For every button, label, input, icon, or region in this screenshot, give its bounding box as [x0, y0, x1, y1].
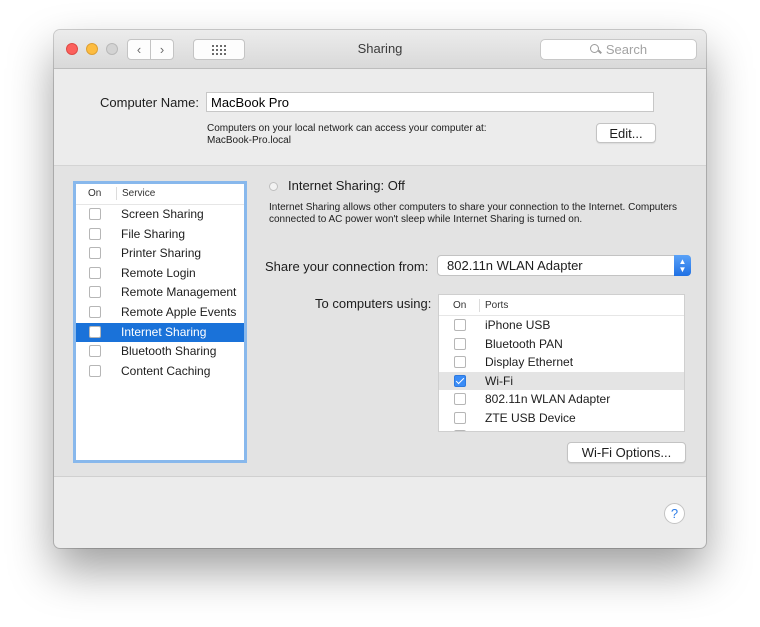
service-label: Remote Login [121, 265, 196, 280]
checkmark-icon[interactable] [454, 374, 466, 387]
service-label: Internet Sharing [121, 324, 207, 339]
port-label: 802.11n WLAN Adapter [485, 392, 611, 406]
service-checkbox[interactable] [89, 208, 101, 220]
service-row-screen-sharing[interactable]: Screen Sharing [76, 205, 244, 225]
service-row-content-caching[interactable]: Content Caching [76, 362, 244, 382]
computer-name-section: Computer Name: MacBook Pro Computers on … [54, 69, 706, 166]
port-checkbox[interactable] [454, 411, 466, 424]
port-checkbox[interactable] [454, 319, 466, 331]
service-column-header: Service [122, 188, 156, 199]
service-row-printer-sharing[interactable]: Printer Sharing [76, 244, 244, 264]
computer-name-note: Computers on your local network can acce… [207, 123, 487, 147]
updown-chevron-icon: ▲ ▼ [674, 255, 691, 276]
port-checkbox[interactable] [454, 337, 466, 350]
internet-sharing-status: Internet Sharing: Off [288, 178, 405, 193]
wifi-options-button[interactable]: Wi-Fi Options... [567, 442, 686, 463]
internet-sharing-description: Internet Sharing allows other computers … [269, 202, 677, 225]
service-row-remote-login[interactable]: Remote Login [76, 264, 244, 284]
port-row-display-ethernet[interactable]: Display Ethernet [439, 353, 684, 372]
service-row-remote-management[interactable]: Remote Management [76, 283, 244, 303]
local-hostname: MacBook-Pro.local [207, 135, 291, 146]
ports-column-header: Ports [485, 300, 509, 311]
service-row-internet-sharing[interactable]: Internet Sharing [76, 322, 244, 343]
share-from-label: Share your connection from: [265, 259, 429, 274]
service-checkbox[interactable] [89, 227, 101, 240]
ports-list-header: On Ports [439, 295, 684, 316]
share-from-select[interactable]: 802.11n WLAN Adapter ▲ ▼ [437, 255, 691, 276]
to-computers-label: To computers using: [315, 296, 432, 311]
computer-name-input[interactable]: MacBook Pro [206, 92, 654, 112]
service-row-file-sharing[interactable]: File Sharing [76, 225, 244, 245]
network-access-text: Computers on your local network can acce… [207, 123, 487, 134]
service-checkbox[interactable] [89, 286, 101, 299]
port-label: ZTE USB Device [485, 410, 576, 425]
service-label: Printer Sharing [121, 246, 202, 261]
service-checkbox[interactable] [89, 345, 101, 358]
port-row-partial[interactable] [439, 427, 684, 431]
port-checkbox[interactable] [454, 393, 466, 405]
port-label: iPhone USB [485, 318, 551, 332]
service-row-remote-apple-events[interactable]: Remote Apple Events [76, 303, 244, 323]
ports-list[interactable]: On Ports iPhone USB Bluetooth PAN Displa… [438, 294, 685, 432]
port-row-wlan-adapter[interactable]: 802.11n WLAN Adapter [439, 390, 684, 409]
computer-name-label: Computer Name: [100, 95, 199, 110]
service-checkbox[interactable] [89, 364, 101, 377]
search-field[interactable]: Search [540, 39, 697, 60]
search-icon [589, 44, 601, 55]
on-column-header: On [453, 300, 467, 311]
service-list-header: On Service [76, 184, 244, 205]
help-button[interactable]: ? [664, 503, 685, 524]
port-label: Wi-Fi [485, 373, 513, 388]
service-label: Content Caching [121, 363, 211, 378]
edit-button[interactable]: Edit... [596, 123, 656, 143]
on-column-header: On [88, 188, 102, 199]
port-row-wifi[interactable]: Wi-Fi [439, 371, 684, 390]
service-label: Bluetooth Sharing [121, 344, 217, 359]
port-row-iphone-usb[interactable]: iPhone USB [439, 316, 684, 335]
service-row-bluetooth-sharing[interactable]: Bluetooth Sharing [76, 342, 244, 362]
port-checkbox[interactable] [454, 430, 466, 431]
service-checkbox[interactable] [89, 247, 101, 260]
port-row-zte-usb-device[interactable]: ZTE USB Device [439, 409, 684, 428]
status-indicator-icon [269, 182, 278, 191]
port-checkbox[interactable] [454, 356, 466, 368]
service-checkbox[interactable] [89, 266, 101, 279]
share-from-value: 802.11n WLAN Adapter [447, 258, 583, 273]
port-label: Display Ethernet [485, 355, 574, 369]
titlebar: ‹ › Sharing Search [54, 30, 706, 69]
help-icon: ? [670, 506, 679, 521]
service-checkbox[interactable] [89, 305, 101, 318]
port-row-bluetooth-pan[interactable]: Bluetooth PAN [439, 335, 684, 354]
port-label: Bluetooth PAN [485, 336, 563, 351]
service-checkbox[interactable] [89, 325, 101, 338]
service-list[interactable]: On Service Screen Sharing File Sharing P… [73, 181, 247, 463]
service-label: Remote Management [121, 285, 237, 300]
service-label: Screen Sharing [121, 207, 204, 221]
service-label: File Sharing [121, 226, 186, 241]
sharing-window: ‹ › Sharing Search Computer Name: MacBoo… [54, 30, 706, 548]
search-placeholder: Search [605, 42, 648, 57]
service-label: Remote Apple Events [121, 304, 237, 319]
